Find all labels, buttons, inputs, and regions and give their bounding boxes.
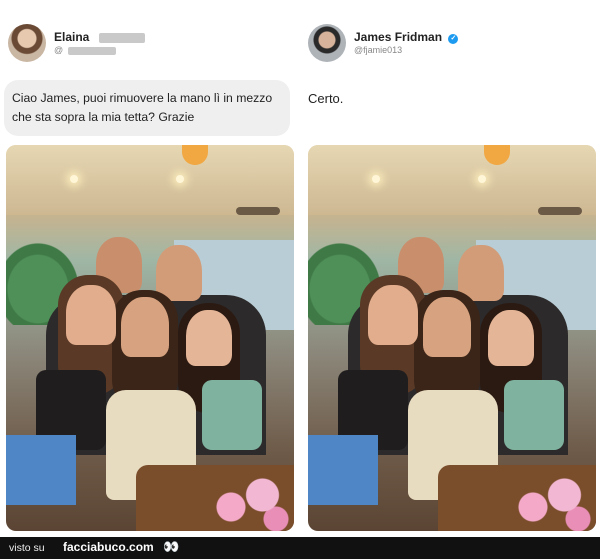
ceiling-light	[478, 175, 486, 183]
jeans	[308, 435, 378, 505]
visto-su-label: visto su	[9, 542, 45, 554]
user-handle: @	[54, 45, 116, 55]
site-link[interactable]: facciabuco.com	[63, 540, 154, 554]
user-name[interactable]: Elaina	[54, 30, 145, 44]
ceiling	[6, 145, 294, 215]
user-name-text: James Fridman	[354, 30, 443, 44]
ceiling-fan	[538, 207, 582, 215]
woman-face	[121, 297, 169, 357]
left-tweet-header: Elaina @	[8, 22, 292, 66]
reply-text: Certo.	[308, 91, 344, 106]
blurred-handle	[67, 46, 116, 55]
green-top	[202, 380, 262, 450]
man-face	[156, 245, 202, 301]
eyes-icon: 👀	[163, 539, 179, 554]
user-name[interactable]: James Fridman ✓	[354, 30, 459, 44]
user-name-text: Elaina	[54, 30, 90, 44]
jeans	[6, 435, 76, 505]
ceiling-light	[372, 175, 380, 183]
green-top	[504, 380, 564, 450]
user-handle-text: @	[54, 45, 64, 55]
ceiling	[308, 145, 596, 215]
avatar[interactable]	[308, 24, 346, 62]
avatar[interactable]	[8, 24, 46, 62]
man-face	[458, 245, 504, 301]
right-tweet-header: James Fridman ✓ @fjamie013	[308, 22, 592, 66]
right-tweet-panel: James Fridman ✓ @fjamie013 Certo.	[300, 0, 600, 537]
message-bubble: Ciao James, puoi rimuovere la mano lì in…	[4, 80, 290, 136]
ceiling-fan	[236, 207, 280, 215]
woman-face	[423, 297, 471, 357]
message-text: Ciao James, puoi rimuovere la mano lì in…	[12, 91, 273, 124]
verified-badge-icon: ✓	[448, 34, 459, 44]
flowers	[506, 471, 596, 531]
blurred-surname	[98, 32, 145, 43]
ceiling-light	[70, 175, 78, 183]
edited-photo[interactable]	[308, 145, 596, 531]
woman-face	[186, 310, 232, 366]
woman-face	[368, 285, 418, 345]
original-photo[interactable]	[6, 145, 294, 531]
ceiling-light	[176, 175, 184, 183]
woman-face	[488, 310, 534, 366]
flowers	[204, 471, 294, 531]
woman-face	[66, 285, 116, 345]
watermark-bar: visto su facciabuco.com 👀	[0, 537, 600, 559]
user-handle: @fjamie013	[354, 45, 403, 55]
left-tweet-panel: Elaina @ Ciao James, puoi rimuovere la m…	[0, 0, 300, 537]
